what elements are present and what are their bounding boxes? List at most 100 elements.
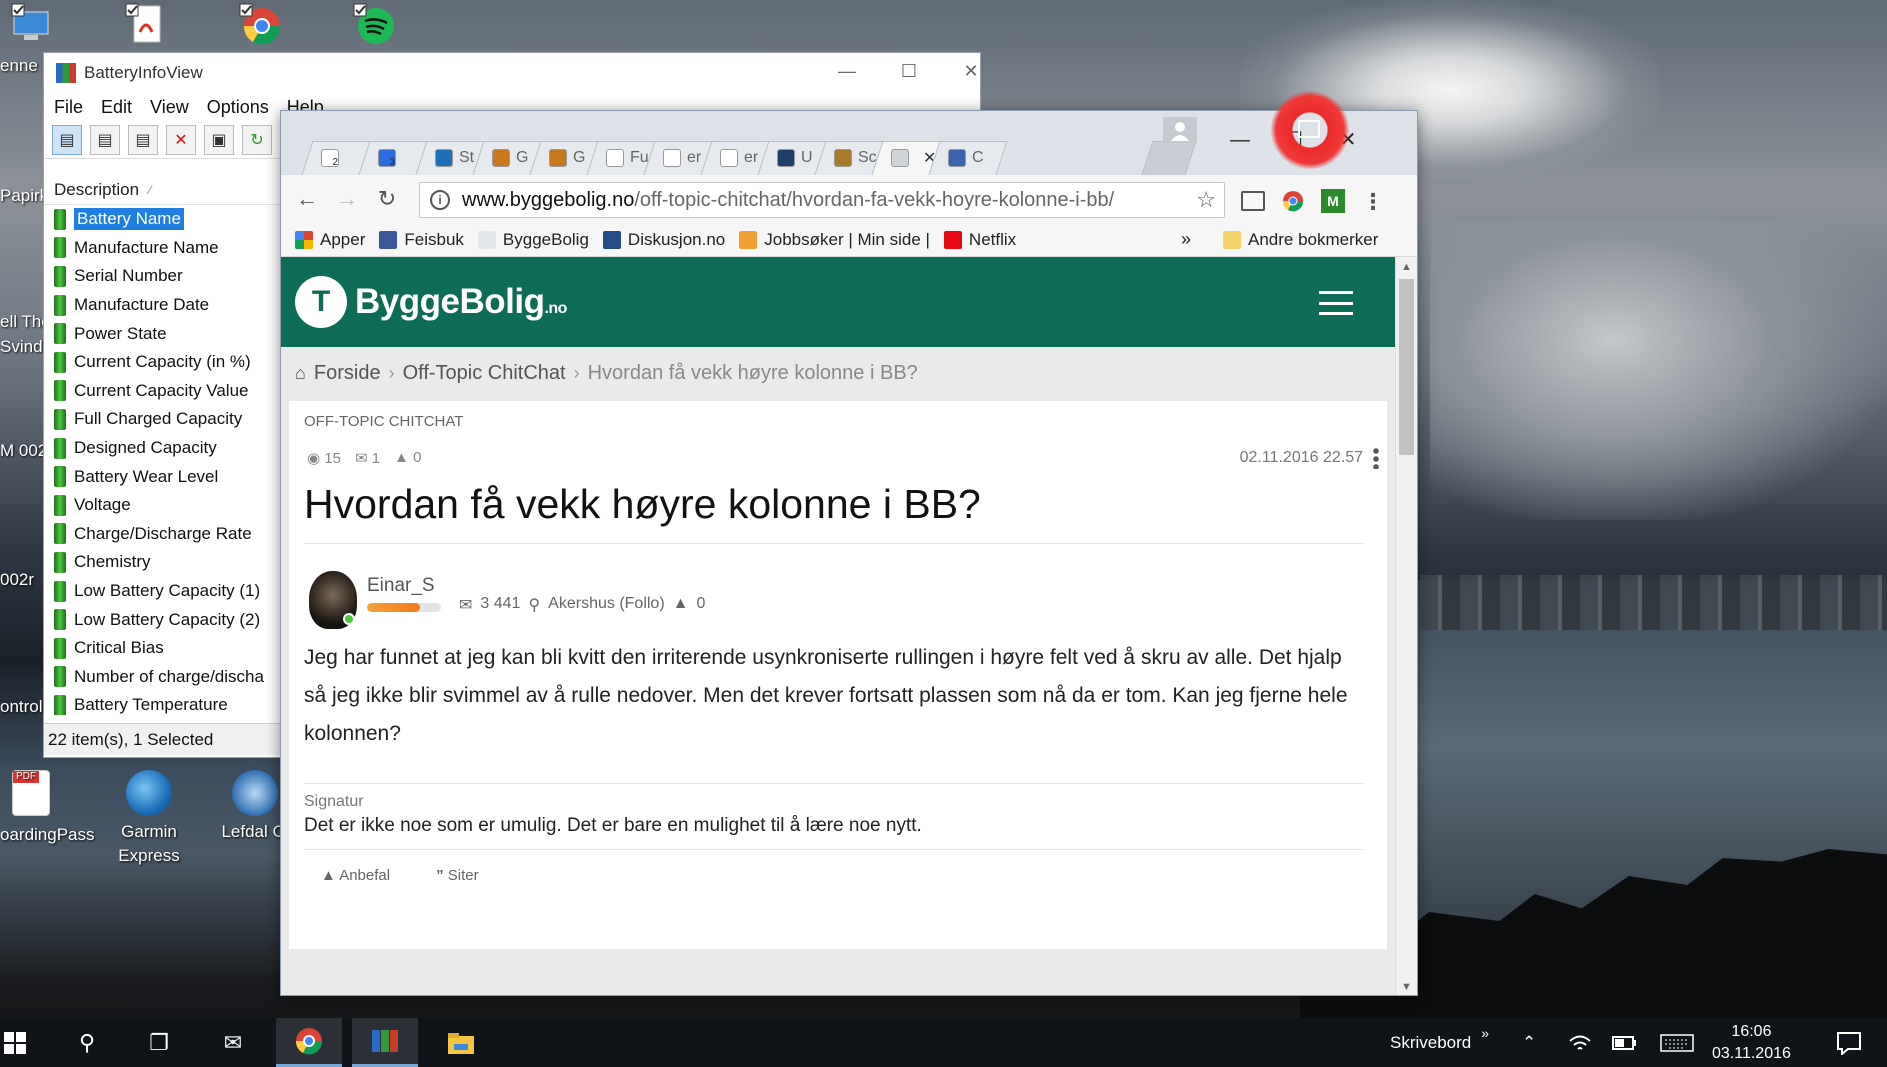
other-bookmarks-folder[interactable]: Andre bokmerker bbox=[1223, 230, 1378, 250]
profile-icon[interactable] bbox=[1163, 117, 1197, 143]
list-item[interactable]: Full Charged Capacity bbox=[44, 405, 281, 434]
scrollbar-thumb[interactable] bbox=[1399, 279, 1414, 455]
desktop-label[interactable]: 002r bbox=[0, 570, 34, 590]
new-tab-button[interactable] bbox=[1141, 141, 1197, 175]
battery-property-list[interactable]: Description ∕ Battery Name Manufacture Nam… bbox=[44, 175, 282, 715]
list-item[interactable]: Low Battery Capacity (1) bbox=[44, 577, 281, 606]
list-item[interactable]: Chemistry bbox=[44, 548, 281, 577]
properties-icon[interactable]: ▤ bbox=[128, 124, 158, 155]
browser-tab-content[interactable]: 2 bbox=[321, 141, 339, 175]
list-item[interactable]: Battery Name bbox=[44, 205, 281, 234]
address-bar[interactable]: i www.byggebolig.no/off-topic-chitchat/h… bbox=[419, 182, 1225, 218]
cast-icon[interactable] bbox=[1241, 191, 1265, 211]
battery-info-mode-icon[interactable]: ▤ bbox=[52, 124, 82, 155]
bookmark-item[interactable]: ByggeBolig bbox=[477, 230, 589, 250]
refresh-icon[interactable]: ↻ bbox=[242, 124, 272, 155]
site-info-icon[interactable]: i bbox=[430, 190, 450, 210]
browser-tab-content[interactable]: 3 bbox=[378, 141, 396, 175]
post-category[interactable]: OFF-TOPIC CHITCHAT bbox=[304, 413, 463, 430]
taskbar-chrome-icon[interactable] bbox=[276, 1018, 342, 1067]
search-icon[interactable]: ⚲ bbox=[54, 1018, 120, 1067]
taskbar-batteryinfoview-icon[interactable] bbox=[352, 1018, 418, 1067]
breadcrumb-home[interactable]: Forside bbox=[314, 362, 381, 385]
reload-button[interactable]: ↻ bbox=[367, 186, 407, 212]
back-button[interactable]: ← bbox=[287, 186, 327, 212]
bookmark-item[interactable]: Diskusjon.no bbox=[602, 230, 725, 250]
bookmark-item[interactable]: Netflix bbox=[943, 230, 1016, 250]
menu-file[interactable]: File bbox=[54, 97, 83, 118]
bookmark-star-icon[interactable]: ☆ bbox=[1196, 187, 1216, 213]
menu-options[interactable]: Options bbox=[207, 97, 269, 118]
task-view-icon[interactable]: ❐ bbox=[126, 1018, 192, 1067]
file-explorer-icon[interactable] bbox=[428, 1018, 494, 1067]
bookmark-item[interactable]: Feisbuk bbox=[379, 230, 464, 250]
desktop-toolbar[interactable]: Skrivebord» bbox=[1390, 1018, 1489, 1067]
home-icon[interactable]: ⌂ bbox=[295, 363, 306, 384]
start-button[interactable] bbox=[0, 1018, 30, 1067]
desktop-boardingpass-icon[interactable]: PDF bbox=[0, 770, 76, 820]
list-item[interactable]: Designed Capacity bbox=[44, 434, 281, 463]
quote-button[interactable]: ” Siter bbox=[436, 867, 479, 884]
extension-m-icon[interactable]: M bbox=[1321, 189, 1345, 213]
list-item[interactable]: Voltage bbox=[44, 491, 281, 520]
browser-tab-content[interactable]: St bbox=[435, 141, 474, 175]
menu-view[interactable]: View bbox=[150, 97, 189, 118]
desktop-label[interactable]: oardingPass bbox=[0, 825, 95, 845]
notifications-icon[interactable] bbox=[1836, 1018, 1862, 1067]
desktop-label[interactable]: M 002 bbox=[0, 441, 47, 461]
desktop-label[interactable]: ontroll bbox=[0, 697, 46, 717]
list-item[interactable]: Number of charge/discha bbox=[44, 663, 281, 692]
list-item[interactable]: Current Capacity Value bbox=[44, 377, 281, 406]
scroll-down-arrow[interactable]: ▼ bbox=[1401, 981, 1412, 993]
list-item[interactable]: Manufacture Name bbox=[44, 234, 281, 263]
desktop-label[interactable]: enne bbox=[0, 56, 38, 76]
browser-tab-content[interactable]: G bbox=[549, 141, 585, 175]
browser-tab-content[interactable]: er bbox=[720, 141, 758, 175]
list-item[interactable]: Power State bbox=[44, 319, 281, 348]
list-item[interactable]: Serial Number bbox=[44, 262, 281, 291]
page-scrollbar[interactable]: ▲ ▼ bbox=[1395, 257, 1417, 995]
chrome-minimize-button[interactable]: — bbox=[1217, 125, 1263, 155]
maximize-button[interactable]: ☐ bbox=[892, 61, 926, 85]
browser-tab-content[interactable]: G bbox=[492, 141, 528, 175]
desktop-chrome-icon[interactable] bbox=[238, 2, 281, 46]
list-item[interactable]: Charge/Discharge Rate bbox=[44, 520, 281, 549]
column-header-description[interactable]: Description ∕ bbox=[44, 175, 281, 205]
breadcrumb-category[interactable]: Off-Topic ChitChat bbox=[403, 362, 566, 385]
desktop-pdf-icon[interactable] bbox=[124, 2, 166, 46]
site-logo-text[interactable]: ByggeBolig.no bbox=[355, 282, 567, 322]
extension-chrome-icon[interactable] bbox=[1281, 189, 1305, 213]
list-item[interactable]: Battery Temperature bbox=[44, 691, 281, 715]
biv-titlebar[interactable]: BatteryInfoView — ☐ ✕ bbox=[44, 53, 980, 93]
page-viewport[interactable]: T ByggeBolig.no ⌂ Forside › Off-Topic Ch… bbox=[281, 257, 1395, 995]
author-name[interactable]: Einar_S bbox=[367, 575, 435, 597]
delete-icon[interactable]: ✕ bbox=[166, 124, 196, 155]
scroll-up-arrow[interactable]: ▲ bbox=[1401, 261, 1412, 273]
list-item[interactable]: Manufacture Date bbox=[44, 291, 281, 320]
desktop-garmin-express[interactable]: Garmin Express bbox=[94, 770, 204, 868]
list-item[interactable]: Battery Wear Level bbox=[44, 462, 281, 491]
browser-tab-content[interactable]: Sc bbox=[834, 141, 877, 175]
clock[interactable]: 16:06 03.11.2016 bbox=[1712, 1018, 1791, 1067]
post-options-icon[interactable] bbox=[1373, 447, 1379, 469]
close-button[interactable]: ✕ bbox=[954, 61, 988, 85]
desktop-spotify-icon[interactable] bbox=[352, 2, 394, 46]
byggebolig-logo-icon[interactable]: T bbox=[295, 276, 347, 328]
battery-log-mode-icon[interactable]: ▤ bbox=[90, 124, 120, 155]
chrome-menu-icon[interactable]: ⋮ bbox=[1361, 189, 1385, 214]
browser-tab-content[interactable]: C bbox=[948, 141, 984, 175]
battery-icon[interactable] bbox=[1612, 1018, 1638, 1067]
forward-button[interactable]: → bbox=[327, 186, 367, 212]
show-hidden-icons[interactable]: ⌃ bbox=[1522, 1018, 1536, 1067]
recommend-button[interactable]: ▲ Anbefal bbox=[321, 867, 390, 884]
hamburger-menu-icon[interactable] bbox=[1319, 291, 1353, 315]
list-item[interactable]: Critical Bias bbox=[44, 634, 281, 663]
menu-edit[interactable]: Edit bbox=[101, 97, 132, 118]
keyboard-icon[interactable] bbox=[1660, 1018, 1694, 1067]
minimize-button[interactable]: — bbox=[830, 61, 864, 85]
mail-icon[interactable]: ✉ bbox=[200, 1018, 266, 1067]
wifi-icon[interactable] bbox=[1568, 1018, 1592, 1067]
list-item[interactable]: Current Capacity (in %) bbox=[44, 348, 281, 377]
bookmarks-overflow-button[interactable]: » bbox=[1181, 229, 1191, 250]
bookmark-item[interactable]: Apper bbox=[295, 230, 365, 250]
